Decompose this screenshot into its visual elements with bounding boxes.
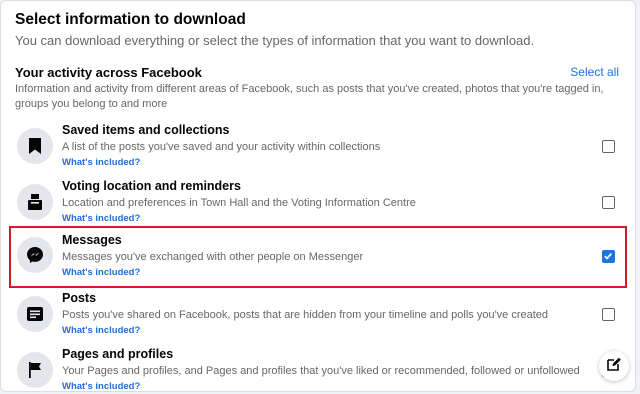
item-title: Posts bbox=[62, 291, 97, 305]
item-description: Messages you've exchanged with other peo… bbox=[62, 251, 364, 263]
item-checkbox[interactable] bbox=[602, 308, 615, 321]
item-checkbox[interactable] bbox=[602, 196, 615, 209]
item-description: Posts you've shared on Facebook, posts t… bbox=[62, 309, 549, 321]
item-description: Location and preferences in Town Hall an… bbox=[62, 197, 416, 209]
flag-icon bbox=[17, 352, 53, 388]
whats-included-link[interactable]: What's included? bbox=[62, 381, 140, 391]
post-icon bbox=[17, 296, 53, 332]
whats-included-link[interactable]: What's included? bbox=[62, 157, 140, 168]
item-row-voting[interactable]: Voting location and reminders Location a… bbox=[11, 177, 625, 231]
item-description: A list of the posts you've saved and you… bbox=[62, 141, 381, 153]
item-row-pages[interactable]: Pages and profiles Your Pages and profil… bbox=[11, 345, 625, 391]
whats-included-link[interactable]: What's included? bbox=[62, 325, 140, 336]
ballot-box-icon bbox=[17, 184, 53, 220]
section-title: Your activity across Facebook bbox=[15, 65, 202, 80]
item-title: Voting location and reminders bbox=[62, 179, 241, 193]
item-description: Your Pages and profiles, and Pages and p… bbox=[62, 365, 580, 377]
section-description: Information and activity from different … bbox=[15, 83, 604, 110]
item-checkbox[interactable] bbox=[602, 140, 615, 153]
item-row-messages[interactable]: Messages Messages you've exchanged with … bbox=[9, 226, 627, 288]
page-title: Select information to download bbox=[15, 11, 246, 28]
item-title: Messages bbox=[62, 233, 122, 247]
compose-button[interactable] bbox=[599, 351, 629, 381]
download-information-panel: Select information to download You can d… bbox=[0, 0, 636, 392]
item-title: Saved items and collections bbox=[62, 123, 230, 137]
whats-included-link[interactable]: What's included? bbox=[62, 267, 140, 278]
whats-included-link[interactable]: What's included? bbox=[62, 213, 140, 224]
page-subtitle: You can download everything or select th… bbox=[15, 33, 535, 48]
messenger-icon bbox=[17, 237, 53, 273]
bookmark-icon bbox=[17, 128, 53, 164]
item-row-posts[interactable]: Posts Posts you've shared on Facebook, p… bbox=[11, 289, 625, 343]
item-checkbox-checked[interactable] bbox=[602, 250, 615, 263]
item-row-saved[interactable]: Saved items and collections A list of th… bbox=[11, 121, 625, 175]
select-all-link[interactable]: Select all bbox=[570, 65, 619, 79]
compose-icon bbox=[606, 356, 622, 377]
item-title: Pages and profiles bbox=[62, 347, 174, 361]
